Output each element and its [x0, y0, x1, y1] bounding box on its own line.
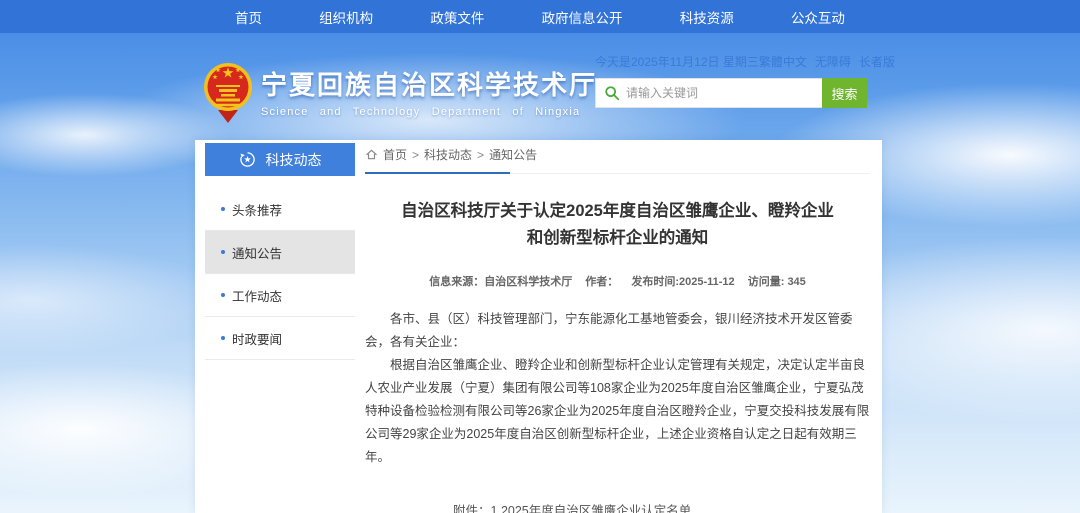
star-circle-icon	[239, 151, 256, 168]
search-icon	[604, 85, 620, 101]
top-navigation-items: 首页 组织机构 政策文件 政府信息公开 科技资源 公众互动	[195, 0, 885, 33]
breadcrumb-divider-accent	[365, 172, 510, 174]
sidebar-title: 科技动态	[266, 150, 322, 170]
main-content: 首页 > 科技动态 > 通知公告 自治区科技厅关于认定2025年度自治区雏鹰企业…	[365, 146, 870, 513]
nav-item-gov-info-disclosure[interactable]: 政府信息公开	[542, 7, 623, 27]
paragraph: 各市、县（区）科技管理部门，宁东能源化工基地管委会，银川经济技术开发区管委会，各…	[365, 308, 870, 354]
sidebar-item-label: 工作动态	[232, 286, 282, 305]
nav-item-tech-resources[interactable]: 科技资源	[680, 7, 734, 27]
sidebar-item-notice-announcement[interactable]: 通知公告	[205, 231, 355, 274]
link-traditional-chinese[interactable]: 繁體中文	[759, 53, 807, 70]
site-brand: 宁夏回族自治区科学技术厅 Science and Technology Depa…	[203, 60, 597, 124]
article-title: 自治区科技厅关于认定2025年度自治区雏鹰企业、瞪羚企业 和创新型标杆企业的通知	[365, 198, 870, 252]
link-elderly-version[interactable]: 长者版	[859, 53, 895, 70]
sidebar-menu: 头条推荐 通知公告 工作动态 时政要闻	[205, 176, 355, 360]
search-button[interactable]: 搜索	[822, 78, 867, 108]
page: 首页 组织机构 政策文件 政府信息公开 科技资源 公众互动	[0, 0, 1080, 513]
bullet-icon	[221, 250, 225, 254]
meta-publish-time: 发布时间:2025-11-12	[631, 276, 734, 288]
bullet-icon	[221, 293, 225, 297]
breadcrumb-separator: >	[412, 148, 419, 162]
breadcrumb-tech-news[interactable]: 科技动态	[424, 146, 472, 163]
breadcrumb-notices[interactable]: 通知公告	[489, 146, 537, 163]
nav-item-policy-documents[interactable]: 政策文件	[430, 7, 484, 27]
breadcrumb: 首页 > 科技动态 > 通知公告	[365, 146, 870, 163]
breadcrumb-separator: >	[477, 148, 484, 162]
search-bar: 搜索	[595, 78, 867, 108]
sidebar-item-label: 时政要闻	[232, 329, 282, 348]
sidebar-item-current-politics[interactable]: 时政要闻	[205, 317, 355, 360]
article-body: 各市、县（区）科技管理部门，宁东能源化工基地管委会，银川经济技术开发区管委会，各…	[365, 308, 870, 469]
site-title-block: 宁夏回族自治区科学技术厅 Science and Technology Depa…	[261, 60, 597, 118]
attachments-list: 1.2025年度自治区雏鹰企业认定名单 2.2025年度自治区瞪羚企业认定名单 …	[491, 500, 729, 513]
attachments-label: 附件：	[453, 500, 491, 513]
breadcrumb-divider	[365, 172, 870, 174]
nav-item-organization[interactable]: 组织机构	[319, 7, 373, 27]
meta-views: 访问量: 345	[748, 276, 806, 288]
attachment-link-1[interactable]: 1.2025年度自治区雏鹰企业认定名单	[491, 500, 729, 513]
search-input[interactable]	[626, 86, 814, 100]
attachments-section: 附件： 1.2025年度自治区雏鹰企业认定名单 2.2025年度自治区瞪羚企业认…	[453, 500, 870, 513]
bullet-icon	[221, 207, 225, 211]
breadcrumb-home[interactable]: 首页	[383, 146, 407, 163]
nav-item-public-interaction[interactable]: 公众互动	[791, 7, 845, 27]
top-navigation-bar: 首页 组织机构 政策文件 政府信息公开 科技资源 公众互动	[0, 0, 1080, 33]
content-wrapper: 科技动态 头条推荐 通知公告 工作动态 时政要闻	[195, 140, 882, 513]
meta-source: 信息来源：自治区科学技术厅	[429, 276, 572, 288]
sidebar-item-label: 通知公告	[232, 243, 282, 262]
sidebar-item-label: 头条推荐	[232, 200, 282, 219]
quick-links: 繁體中文 无障碍 长者版	[759, 53, 895, 70]
sidebar-header: 科技动态	[205, 143, 355, 176]
current-date-text: 今天是2025年11月12日 星期三	[595, 53, 759, 70]
sidebar-item-work-trends[interactable]: 工作动态	[205, 274, 355, 317]
national-emblem-logo	[203, 60, 253, 124]
site-title: 宁夏回族自治区科学技术厅	[261, 70, 597, 100]
home-icon	[365, 148, 378, 161]
meta-author: 作者：	[585, 276, 618, 288]
paragraph: 根据自治区雏鹰企业、瞪羚企业和创新型标杆企业认定管理有关规定，决定认定半亩良人农…	[365, 354, 870, 469]
site-subtitle: Science and Technology Department of Nin…	[261, 106, 597, 118]
sidebar-item-headline-recommend[interactable]: 头条推荐	[205, 188, 355, 231]
sidebar: 科技动态 头条推荐 通知公告 工作动态 时政要闻	[205, 143, 355, 360]
header-utilities: 今天是2025年11月12日 星期三 繁體中文 无障碍 长者版 搜索	[595, 53, 867, 108]
nav-item-home[interactable]: 首页	[235, 7, 262, 27]
bullet-icon	[221, 336, 225, 340]
link-accessibility[interactable]: 无障碍	[815, 53, 851, 70]
article-meta: 信息来源：自治区科学技术厅 作者： 发布时间:2025-11-12 访问量: 3…	[365, 273, 870, 289]
